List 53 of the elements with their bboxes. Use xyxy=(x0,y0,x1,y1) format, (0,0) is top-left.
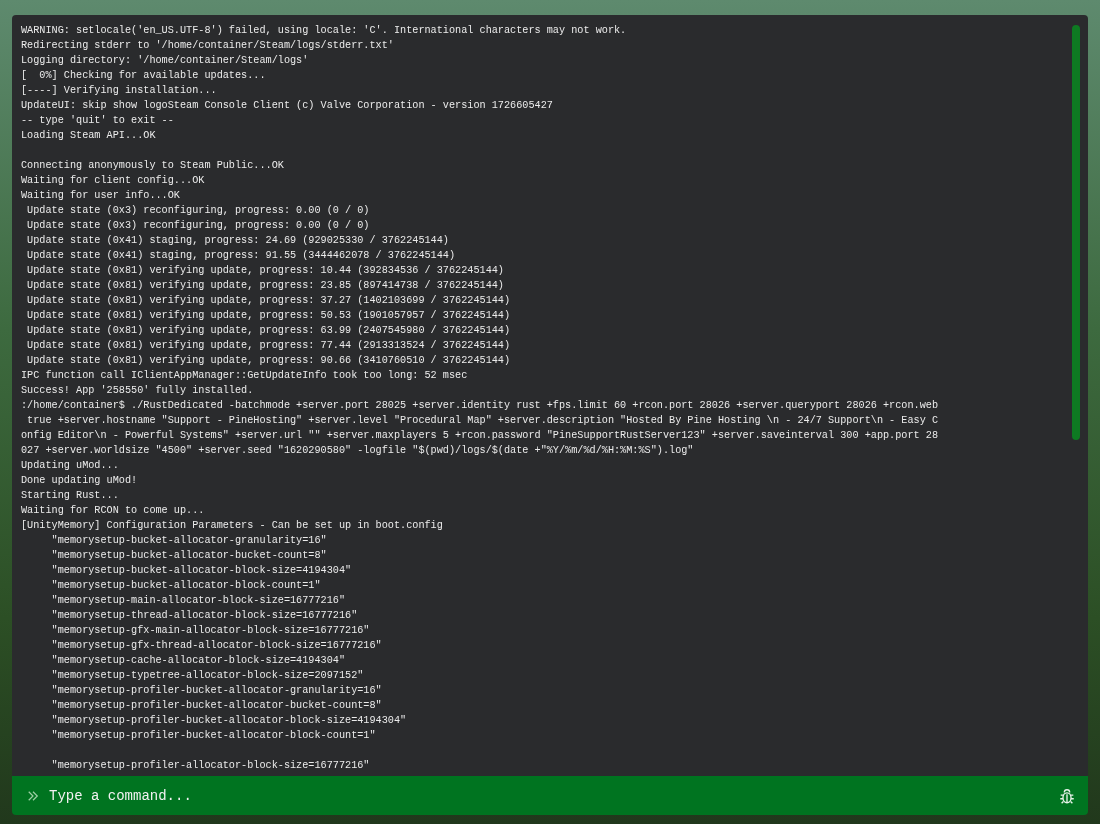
console-line: "memorysetup-profiler-bucket-allocator-granularity=16" xyxy=(50,684,382,698)
console-line: Update state (0x81) verifying update, progress: 90.66 (3410760510 / 3762245144) xyxy=(26,354,511,368)
console-line: Update state (0x81) verifying update, progress: 10.44 (392834536 / 3762245144) xyxy=(26,264,504,278)
console-line: Done updating uMod! xyxy=(21,474,138,488)
console-line: onfig Editor\n - Powerful Systems" +server.url "" +server.maxplayers 5 +rcon.password "PineSupportRustServer123" +server.saveinterval 300 +app.port 28 xyxy=(21,429,939,443)
console-line: Starting Rust... xyxy=(21,489,119,503)
console-line: Update state (0x81) verifying update, progress: 77.44 (2913313524 / 3762245144) xyxy=(26,339,511,353)
scrollbar-thumb[interactable] xyxy=(1072,25,1080,440)
console-line: "memorysetup-profiler-bucket-allocator-block-size=4194304" xyxy=(50,714,407,728)
console-line: "memorysetup-cache-allocator-block-size=4194304" xyxy=(50,654,345,668)
console-line: "memorysetup-bucket-allocator-block-count=1" xyxy=(50,579,321,593)
console-line: Updating uMod... xyxy=(21,459,119,473)
console-line: 027 +server.worldsize "4500" +server.seed "1620290580" -logfile "$(pwd)/logs/$(date +"%Y/%m/%d/%H:%M:%S").log" xyxy=(21,444,694,458)
console-line: "memorysetup-profiler-bucket-allocator-bucket-count=8" xyxy=(50,699,382,713)
console-line: Update state (0x3) reconfiguring, progress: 0.00 (0 / 0) xyxy=(26,204,370,218)
console-line: [ 0%] Checking for available updates... xyxy=(21,69,266,83)
console-line: Redirecting stderr to '/home/container/Steam/logs/stderr.txt' xyxy=(21,39,394,53)
console-line: :/home/container$ ./RustDedicated -batchmode +server.port 28025 +server.identity rust +fps.limit 60 +rcon.port 28026 +server.queryport 28026 +rcon.web xyxy=(21,399,939,413)
console-line: "memorysetup-bucket-allocator-block-size=4194304" xyxy=(50,564,352,578)
console-line: "memorysetup-main-allocator-block-size=16777216" xyxy=(50,594,345,608)
console-line: Connecting anonymously to Steam Public...OK xyxy=(21,159,284,173)
console-line: "memorysetup-thread-allocator-block-size=16777216" xyxy=(50,609,358,623)
console-line: Update state (0x81) verifying update, progress: 23.85 (897414738 / 3762245144) xyxy=(26,279,504,293)
console-line: Update state (0x3) reconfiguring, progress: 0.00 (0 / 0) xyxy=(26,219,370,233)
console-line: IPC function call IClientAppManager::GetUpdateInfo took too long: 52 msec xyxy=(21,369,468,383)
command-bar[interactable]: Type a command... xyxy=(12,776,1088,815)
console-line: "memorysetup-profiler-allocator-block-size=16777216" xyxy=(50,759,370,773)
console-line: Logging directory: '/home/container/Steam/logs' xyxy=(21,54,309,68)
console-line: "memorysetup-bucket-allocator-granularity=16" xyxy=(50,534,327,548)
console-line: Success! App '258550' fully installed. xyxy=(21,384,254,398)
console-line: [UnityMemory] Configuration Parameters - Can be set up in boot.config xyxy=(21,519,443,533)
console-line: true +server.hostname "Support - PineHosting" +server.level "Procedural Map" +server.description "Hosted By Pine Hosting \n - 24/7 Support\n - Easy C xyxy=(26,414,939,428)
double-chevron-icon xyxy=(27,789,39,802)
console-line: Update state (0x81) verifying update, progress: 63.99 (2407545980 / 3762245144) xyxy=(26,324,511,338)
console-line: Update state (0x81) verifying update, progress: 50.53 (1901057957 / 3762245144) xyxy=(26,309,511,323)
bug-icon[interactable] xyxy=(1058,786,1076,805)
console-line: Waiting for RCON to come up... xyxy=(21,504,205,518)
console-line: Update state (0x41) staging, progress: 91.55 (3444462078 / 3762245144) xyxy=(26,249,456,263)
console-line: Update state (0x81) verifying update, progress: 37.27 (1402103699 / 3762245144) xyxy=(26,294,511,308)
console-line: Update state (0x41) staging, progress: 24.69 (929025330 / 3762245144) xyxy=(26,234,449,248)
command-input-field[interactable]: Type a command... xyxy=(49,785,1048,806)
console-line: "memorysetup-gfx-thread-allocator-block-size=16777216" xyxy=(50,639,382,653)
console-line: Waiting for client config...OK xyxy=(21,174,205,188)
console-line: "memorysetup-gfx-main-allocator-block-size=16777216" xyxy=(50,624,370,638)
console-line: -- type 'quit' to exit -- xyxy=(21,114,174,128)
console-line: "memorysetup-bucket-allocator-bucket-count=8" xyxy=(50,549,327,563)
console-line: "memorysetup-profiler-bucket-allocator-block-count=1" xyxy=(50,729,376,743)
console-line: "memorysetup-typetree-allocator-block-size=2097152" xyxy=(50,669,364,683)
console-line: Waiting for user info...OK xyxy=(21,189,180,203)
console-line: WARNING: setlocale('en_US.UTF-8') failed, using locale: 'C'. International characters may not work. xyxy=(21,24,627,38)
console-line: Loading Steam API...OK xyxy=(21,129,156,143)
console-line: UpdateUI: skip show logoSteam Console Client (c) Valve Corporation - version 1726605427 xyxy=(21,99,553,113)
console-line: [----] Verifying installation... xyxy=(21,84,217,98)
